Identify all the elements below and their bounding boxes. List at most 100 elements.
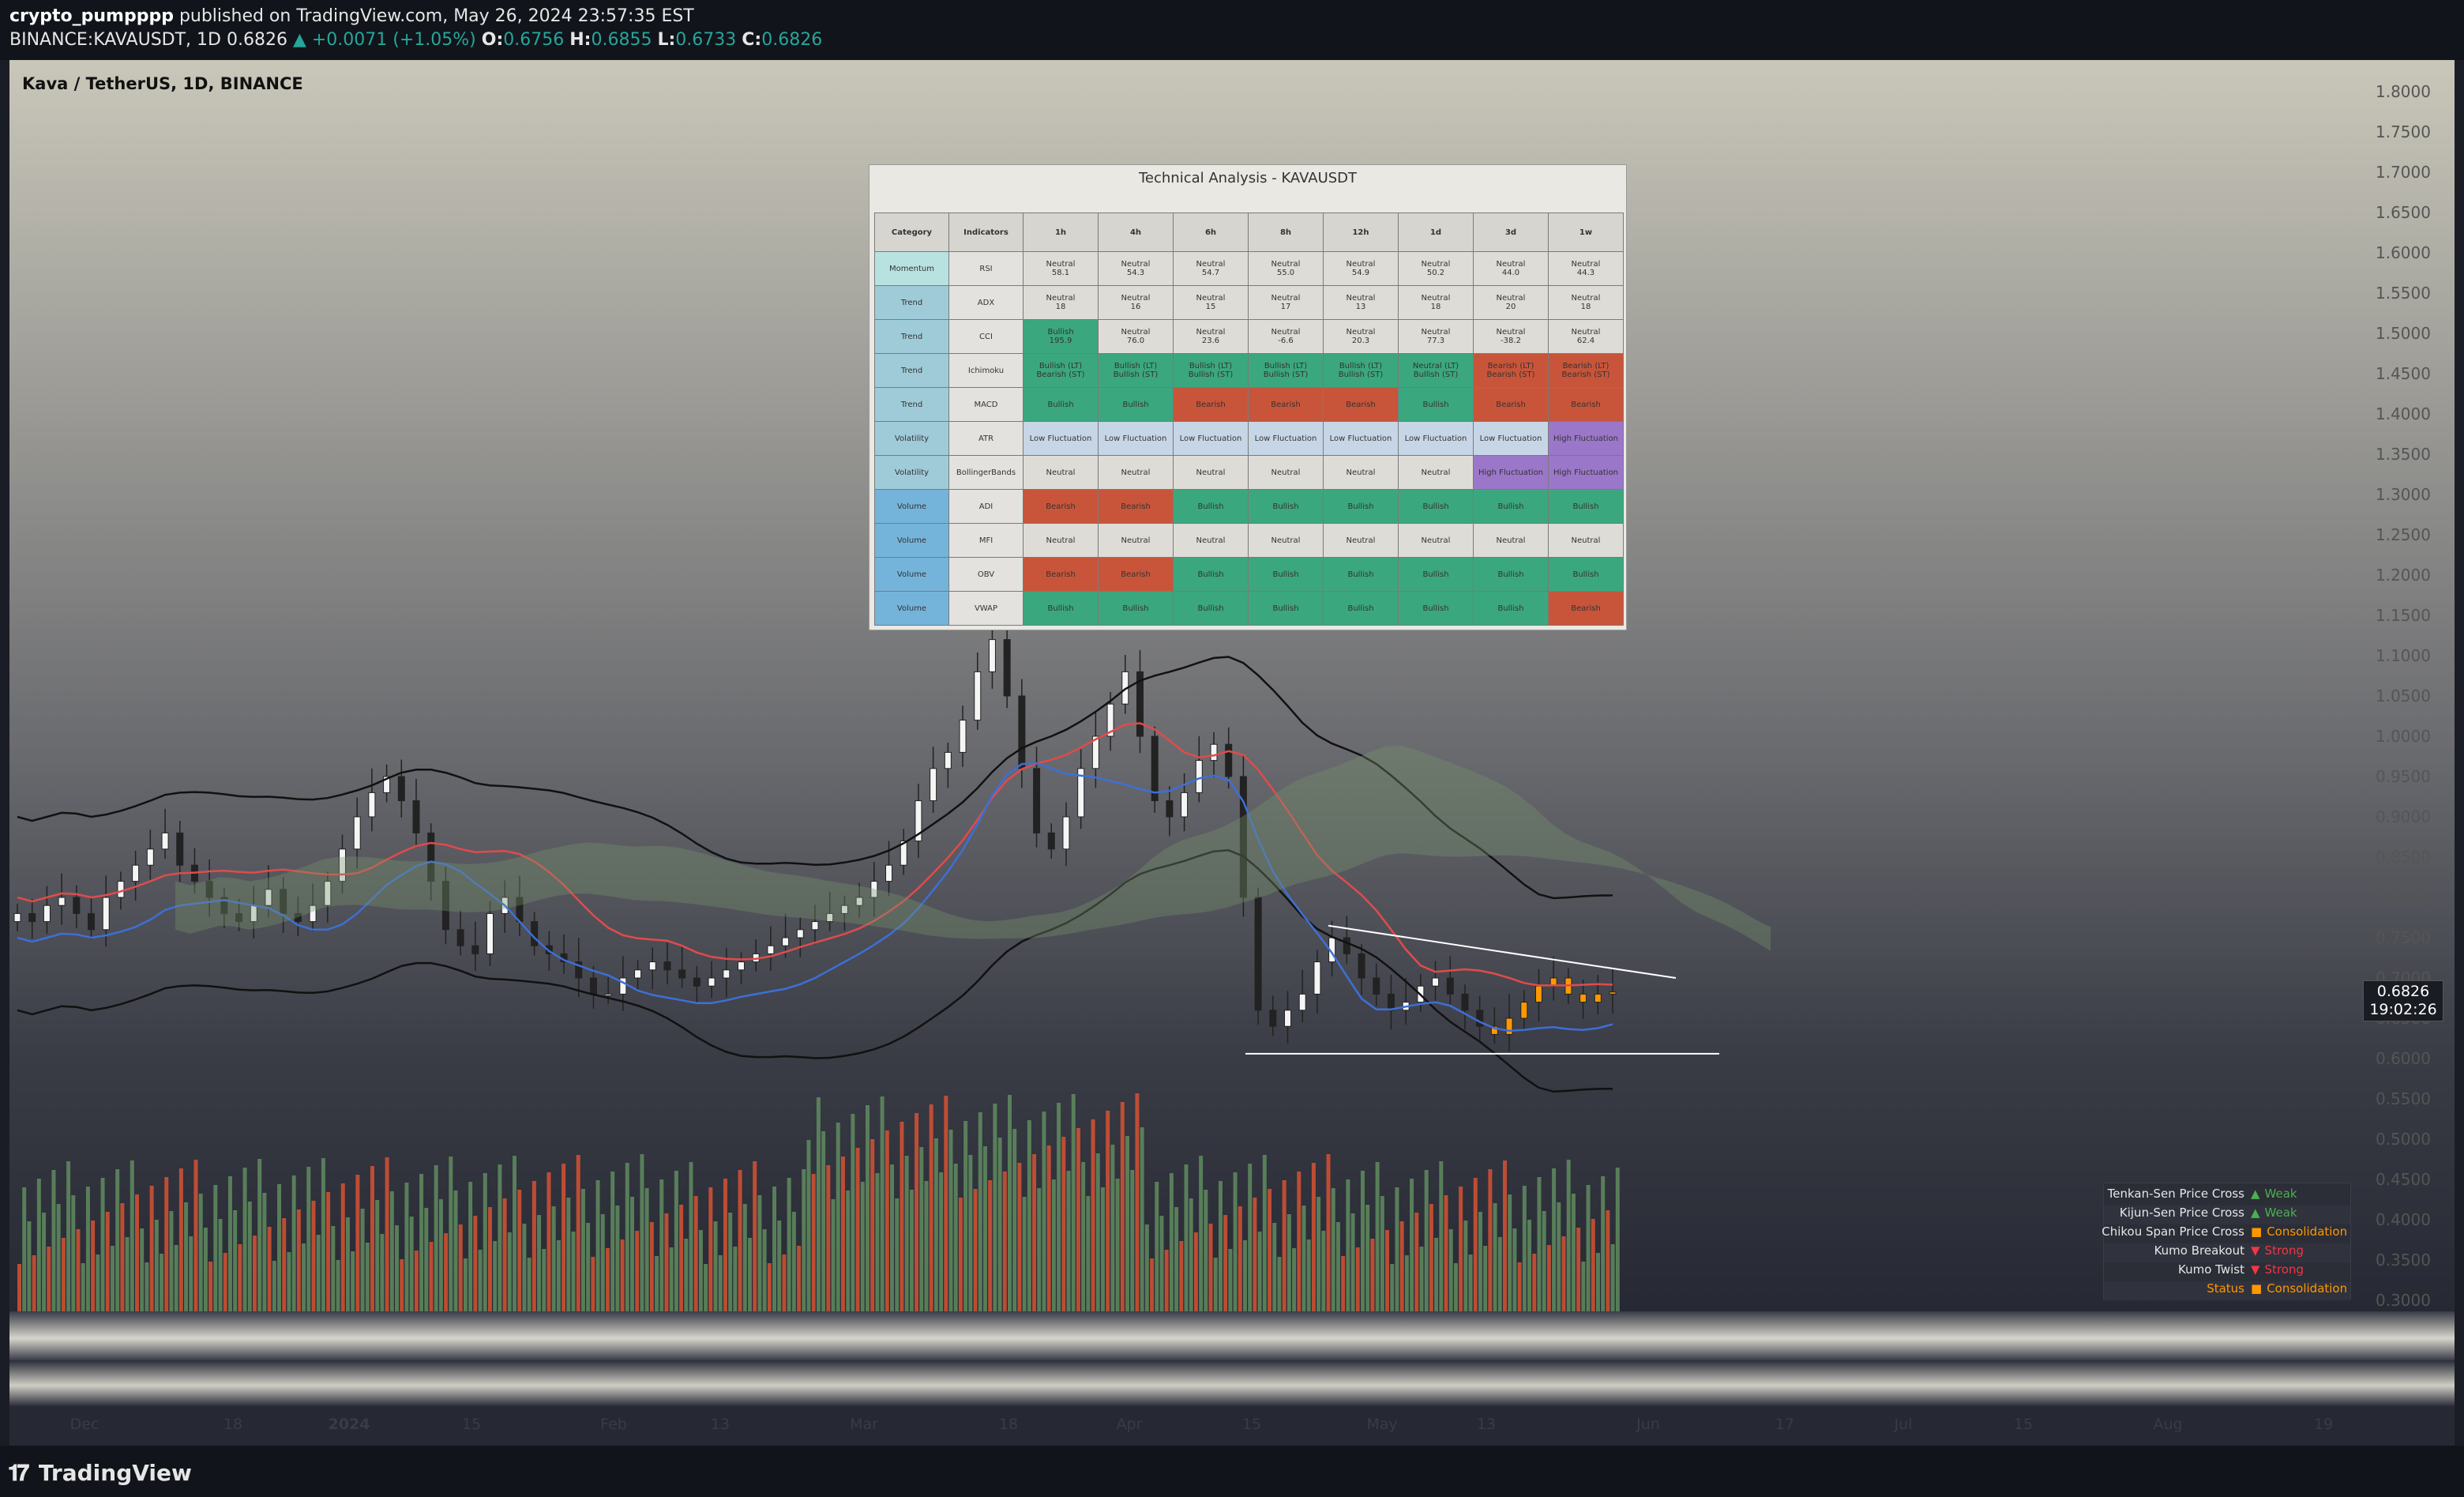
volume-bar bbox=[1223, 1215, 1228, 1311]
signal-cell: High Fluctuation bbox=[1548, 421, 1624, 456]
signal-text: Neutral bbox=[1271, 294, 1301, 303]
volume-bar bbox=[762, 1229, 767, 1311]
ichimoku-status-row: Chikou Span Price Cross ■ Consolidation bbox=[2102, 1224, 2350, 1243]
volume-bar bbox=[1453, 1263, 1458, 1311]
volume-bar bbox=[958, 1198, 963, 1311]
indicator-pane-2[interactable] bbox=[9, 1360, 2455, 1406]
candle-body bbox=[1033, 768, 1041, 833]
signal-text: 44.0 bbox=[1501, 269, 1520, 277]
volume-bar bbox=[1233, 1172, 1238, 1311]
volume-bar bbox=[1081, 1162, 1086, 1311]
volume-bar bbox=[1557, 1202, 1561, 1311]
volume-bar bbox=[1051, 1179, 1056, 1311]
volume-bar bbox=[1292, 1248, 1297, 1311]
volume-bar bbox=[414, 1251, 419, 1311]
signal-cell: High Fluctuation bbox=[1473, 455, 1549, 490]
volume-bar bbox=[375, 1200, 380, 1311]
volume-bar bbox=[988, 1180, 993, 1311]
volume-bar bbox=[1248, 1164, 1253, 1311]
status-text: Consolidation bbox=[2267, 1281, 2348, 1296]
signal-text: Bullish bbox=[1422, 570, 1449, 579]
volume-bar bbox=[1184, 1164, 1189, 1311]
volume-bar bbox=[42, 1213, 47, 1311]
volume-bar bbox=[1086, 1196, 1091, 1311]
volume-bar bbox=[811, 1174, 816, 1311]
volume-bar bbox=[1027, 1120, 1031, 1311]
volume-bar bbox=[1355, 1247, 1360, 1311]
signal-cell: Low Fluctuation bbox=[1098, 421, 1174, 456]
x-tick-label: Aug bbox=[2153, 1416, 2183, 1433]
volume-bar bbox=[1189, 1198, 1193, 1311]
signal-text: Bullish bbox=[1347, 570, 1374, 579]
volume-bar bbox=[753, 1161, 757, 1311]
volume-bar bbox=[1350, 1213, 1355, 1311]
volume-bar bbox=[1615, 1168, 1620, 1311]
signal-cell: Neutral 54.3 bbox=[1098, 251, 1174, 286]
signal-cell: Neutral 20.3 bbox=[1323, 319, 1399, 354]
ichimoku-status-row: Kumo Breakout ▼ Strong bbox=[2104, 1243, 2350, 1262]
signal-cell: Neutral -38.2 bbox=[1473, 319, 1549, 354]
signal-cell: Bullish bbox=[1473, 489, 1549, 524]
volume-bar bbox=[860, 1182, 865, 1311]
volume-bar bbox=[340, 1183, 345, 1311]
signal-text: Neutral bbox=[1271, 260, 1301, 269]
signal-text: Neutral bbox=[1121, 536, 1151, 545]
volume-bar bbox=[1253, 1198, 1257, 1311]
signal-text: Bullish bbox=[1272, 502, 1299, 511]
volume-bar bbox=[635, 1231, 640, 1311]
table-row: Volume ADI Bearish Bearish Bullish Bullish Bul… bbox=[874, 489, 1624, 524]
signal-text: Neutral bbox=[1121, 260, 1151, 269]
volume-bar bbox=[438, 1199, 443, 1311]
volume-bar bbox=[1512, 1228, 1517, 1311]
signal-text: Bullish (LT) bbox=[1189, 362, 1233, 370]
volume-bar bbox=[1208, 1224, 1213, 1311]
volume-bar bbox=[365, 1243, 370, 1311]
candle-body bbox=[1609, 991, 1617, 995]
volume-bar bbox=[507, 1232, 512, 1311]
indicator-pane-1[interactable] bbox=[9, 1311, 2455, 1360]
volume-bar bbox=[708, 1187, 713, 1311]
author-name[interactable]: crypto_pumpppp bbox=[9, 6, 174, 26]
x-tick-label: 15 bbox=[1241, 1416, 1262, 1433]
symbol-label[interactable]: BINANCE:KAVAUSDT, 1D bbox=[9, 30, 221, 50]
volume-bar bbox=[1335, 1222, 1340, 1311]
volume-bar bbox=[498, 1164, 502, 1311]
volume-bar bbox=[1566, 1160, 1571, 1311]
volume-bar bbox=[733, 1247, 738, 1311]
volume-bar bbox=[1282, 1180, 1286, 1311]
volume-bar bbox=[331, 1226, 336, 1311]
category-cell: Volume bbox=[874, 591, 949, 626]
status-value: ▲ Weak bbox=[2251, 1187, 2297, 1201]
signal-text: Bullish bbox=[1422, 400, 1449, 409]
volume-bar bbox=[620, 1239, 625, 1311]
signal-cell: Neutral 54.7 bbox=[1173, 251, 1249, 286]
volume-bar bbox=[1439, 1161, 1444, 1311]
volume-bar bbox=[679, 1205, 684, 1311]
y-tick-label: 1.0500 bbox=[2376, 686, 2431, 705]
y-tick-label: 0.7500 bbox=[2376, 928, 2431, 947]
volume-bar bbox=[900, 1122, 904, 1311]
up-arrow-icon: ▲ bbox=[292, 30, 306, 50]
volume-bar bbox=[997, 1138, 1002, 1311]
y-tick-label: 1.5000 bbox=[2376, 324, 2431, 343]
x-tick-label: 18 bbox=[998, 1416, 1019, 1433]
signal-cell: Neutral 16 bbox=[1098, 285, 1174, 320]
volume-bar bbox=[939, 1172, 944, 1311]
volume-bar bbox=[757, 1195, 762, 1311]
volume-bar bbox=[978, 1112, 982, 1311]
time-axis[interactable]: Dec 18 2024 15 Feb 13 Mar 18 Apr 15 May 13 Jun 17 Jul 1… bbox=[9, 1406, 2455, 1446]
signal-text: Neutral (LT) bbox=[1412, 362, 1459, 370]
volume-bar bbox=[1404, 1255, 1409, 1311]
technical-analysis-panel: Technical Analysis - KAVAUSDT Category In… bbox=[869, 164, 1627, 630]
volume-bar bbox=[36, 1179, 41, 1311]
candle-body bbox=[988, 639, 996, 672]
candle-body bbox=[1166, 800, 1174, 818]
volume-bar bbox=[1375, 1162, 1380, 1311]
signal-cell: Neutral bbox=[1248, 455, 1324, 490]
volume-bar bbox=[1546, 1245, 1551, 1311]
signal-text: Bullish (ST) bbox=[1113, 370, 1159, 379]
category-cell: Momentum bbox=[874, 251, 949, 286]
signal-text: Bearish bbox=[1496, 400, 1526, 409]
tradingview-logo[interactable]: 𝟏𝟕 TradingView bbox=[8, 1460, 192, 1487]
signal-text: Bearish bbox=[1571, 604, 1601, 613]
